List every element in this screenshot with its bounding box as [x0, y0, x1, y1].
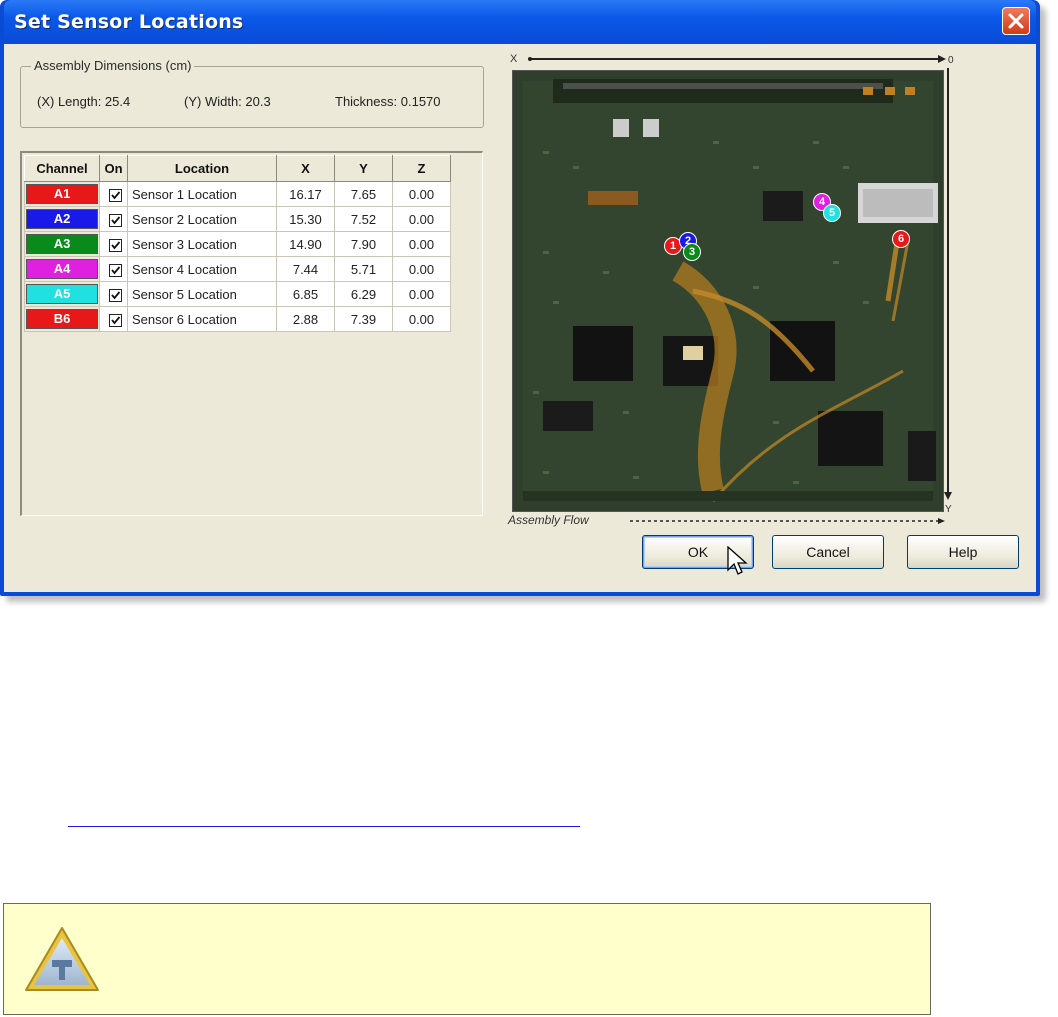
location-cell[interactable]: Sensor 1 Location — [127, 181, 277, 207]
column-header-location[interactable]: Location — [127, 155, 277, 182]
y-cell[interactable]: 7.39 — [334, 306, 393, 332]
dialog-title: Set Sensor Locations — [14, 11, 244, 33]
y-cell[interactable]: 7.52 — [334, 206, 393, 232]
on-cell[interactable] — [99, 206, 128, 232]
axis-y-label: Y — [945, 504, 952, 515]
y-cell[interactable]: 7.65 — [334, 181, 393, 207]
hyperlink-underline[interactable] — [68, 826, 580, 827]
circuit-board-image[interactable]: 1 2 3 4 5 6 — [512, 70, 944, 512]
on-checkbox[interactable] — [109, 263, 122, 277]
check-icon — [111, 290, 121, 299]
check-icon — [111, 265, 121, 274]
help-button[interactable]: Help — [907, 535, 1019, 569]
column-header-on[interactable]: On — [99, 155, 128, 182]
pcb-photo — [513, 71, 943, 511]
thickness-value: Thickness: 0.1570 — [335, 94, 441, 109]
check-icon — [111, 240, 121, 249]
on-cell[interactable] — [99, 256, 128, 282]
location-cell[interactable]: Sensor 3 Location — [127, 231, 277, 257]
channel-cell[interactable]: B6 — [24, 306, 100, 332]
x-cell[interactable]: 7.44 — [276, 256, 335, 282]
width-value: (Y) Width: 20.3 — [184, 94, 271, 109]
channel-cell[interactable]: A2 — [24, 206, 100, 232]
table-row[interactable]: A5 Sensor 5 Location 6.85 6.29 0.00 — [24, 281, 451, 307]
location-cell[interactable]: Sensor 4 Location — [127, 256, 277, 282]
on-checkbox[interactable] — [109, 238, 122, 252]
channel-chip[interactable]: A4 — [26, 259, 98, 279]
sensor-table: Channel On Location X Y Z A1 Sensor 1 Loc… — [24, 155, 451, 332]
assembly-dimensions-legend: Assembly Dimensions (cm) — [31, 58, 195, 73]
on-cell[interactable] — [99, 231, 128, 257]
location-cell[interactable]: Sensor 5 Location — [127, 281, 277, 307]
z-cell[interactable]: 0.00 — [392, 206, 451, 232]
z-cell[interactable]: 0.00 — [392, 181, 451, 207]
assembly-dimensions-group: Assembly Dimensions (cm) (X) Length: 25.… — [20, 58, 484, 128]
sensor-table-panel: Channel On Location X Y Z A1 Sensor 1 Loc… — [20, 151, 483, 516]
table-row[interactable]: A3 Sensor 3 Location 14.90 7.90 0.00 — [24, 231, 451, 257]
location-cell[interactable]: Sensor 2 Location — [127, 206, 277, 232]
cancel-button[interactable]: Cancel — [772, 535, 884, 569]
length-value: (X) Length: 25.4 — [37, 94, 131, 109]
y-cell[interactable]: 5.71 — [334, 256, 393, 282]
channel-chip[interactable]: B6 — [26, 309, 98, 329]
column-header-z[interactable]: Z — [392, 155, 451, 182]
y-cell[interactable]: 7.90 — [334, 231, 393, 257]
table-row[interactable]: A4 Sensor 4 Location 7.44 5.71 0.00 — [24, 256, 451, 282]
title-bar[interactable]: Set Sensor Locations — [4, 0, 1036, 44]
z-cell[interactable]: 0.00 — [392, 306, 451, 332]
table-row[interactable]: A1 Sensor 1 Location 16.17 7.65 0.00 — [24, 181, 451, 207]
axis-origin-label: 0 — [948, 55, 954, 66]
channel-cell[interactable]: A1 — [24, 181, 100, 207]
x-cell[interactable]: 16.17 — [276, 181, 335, 207]
on-cell[interactable] — [99, 306, 128, 332]
channel-chip[interactable]: A5 — [26, 284, 98, 304]
location-cell[interactable]: Sensor 6 Location — [127, 306, 277, 332]
dialog-client: Assembly Dimensions (cm) (X) Length: 25.… — [4, 44, 1036, 592]
z-cell[interactable]: 0.00 — [392, 256, 451, 282]
sensor-marker-6[interactable]: 6 — [892, 230, 910, 248]
note-box — [3, 903, 931, 1015]
z-cell[interactable]: 0.00 — [392, 281, 451, 307]
channel-chip[interactable]: A3 — [26, 234, 98, 254]
mouse-cursor-icon — [727, 546, 748, 575]
axis-x-label: X — [510, 54, 518, 65]
warning-tool-icon — [25, 927, 99, 991]
x-cell[interactable]: 15.30 — [276, 206, 335, 232]
channel-chip[interactable]: A2 — [26, 209, 98, 229]
check-icon — [111, 215, 121, 224]
column-header-x[interactable]: X — [276, 155, 335, 182]
y-cell[interactable]: 6.29 — [334, 281, 393, 307]
channel-cell[interactable]: A4 — [24, 256, 100, 282]
z-cell[interactable]: 0.00 — [392, 231, 451, 257]
channel-cell[interactable]: A3 — [24, 231, 100, 257]
channel-cell[interactable]: A5 — [24, 281, 100, 307]
close-button[interactable] — [1002, 7, 1030, 35]
on-cell[interactable] — [99, 181, 128, 207]
table-row[interactable]: B6 Sensor 6 Location 2.88 7.39 0.00 — [24, 306, 451, 332]
sensor-marker-3[interactable]: 3 — [683, 243, 701, 261]
on-checkbox[interactable] — [109, 188, 122, 202]
assembly-flow-label: Assembly Flow — [508, 513, 589, 527]
close-icon — [1008, 13, 1024, 29]
on-checkbox[interactable] — [109, 313, 122, 327]
check-icon — [111, 190, 121, 199]
table-row[interactable]: A2 Sensor 2 Location 15.30 7.52 0.00 — [24, 206, 451, 232]
x-cell[interactable]: 14.90 — [276, 231, 335, 257]
on-cell[interactable] — [99, 281, 128, 307]
on-checkbox[interactable] — [109, 288, 122, 302]
x-cell[interactable]: 6.85 — [276, 281, 335, 307]
x-cell[interactable]: 2.88 — [276, 306, 335, 332]
sensor-marker-5[interactable]: 5 — [823, 204, 841, 222]
channel-chip[interactable]: A1 — [26, 184, 98, 204]
check-icon — [111, 315, 121, 324]
on-checkbox[interactable] — [109, 213, 122, 227]
dialog-window: Set Sensor Locations Assembly Dimensions… — [0, 0, 1040, 596]
column-header-y[interactable]: Y — [334, 155, 393, 182]
column-header-channel[interactable]: Channel — [24, 155, 100, 182]
